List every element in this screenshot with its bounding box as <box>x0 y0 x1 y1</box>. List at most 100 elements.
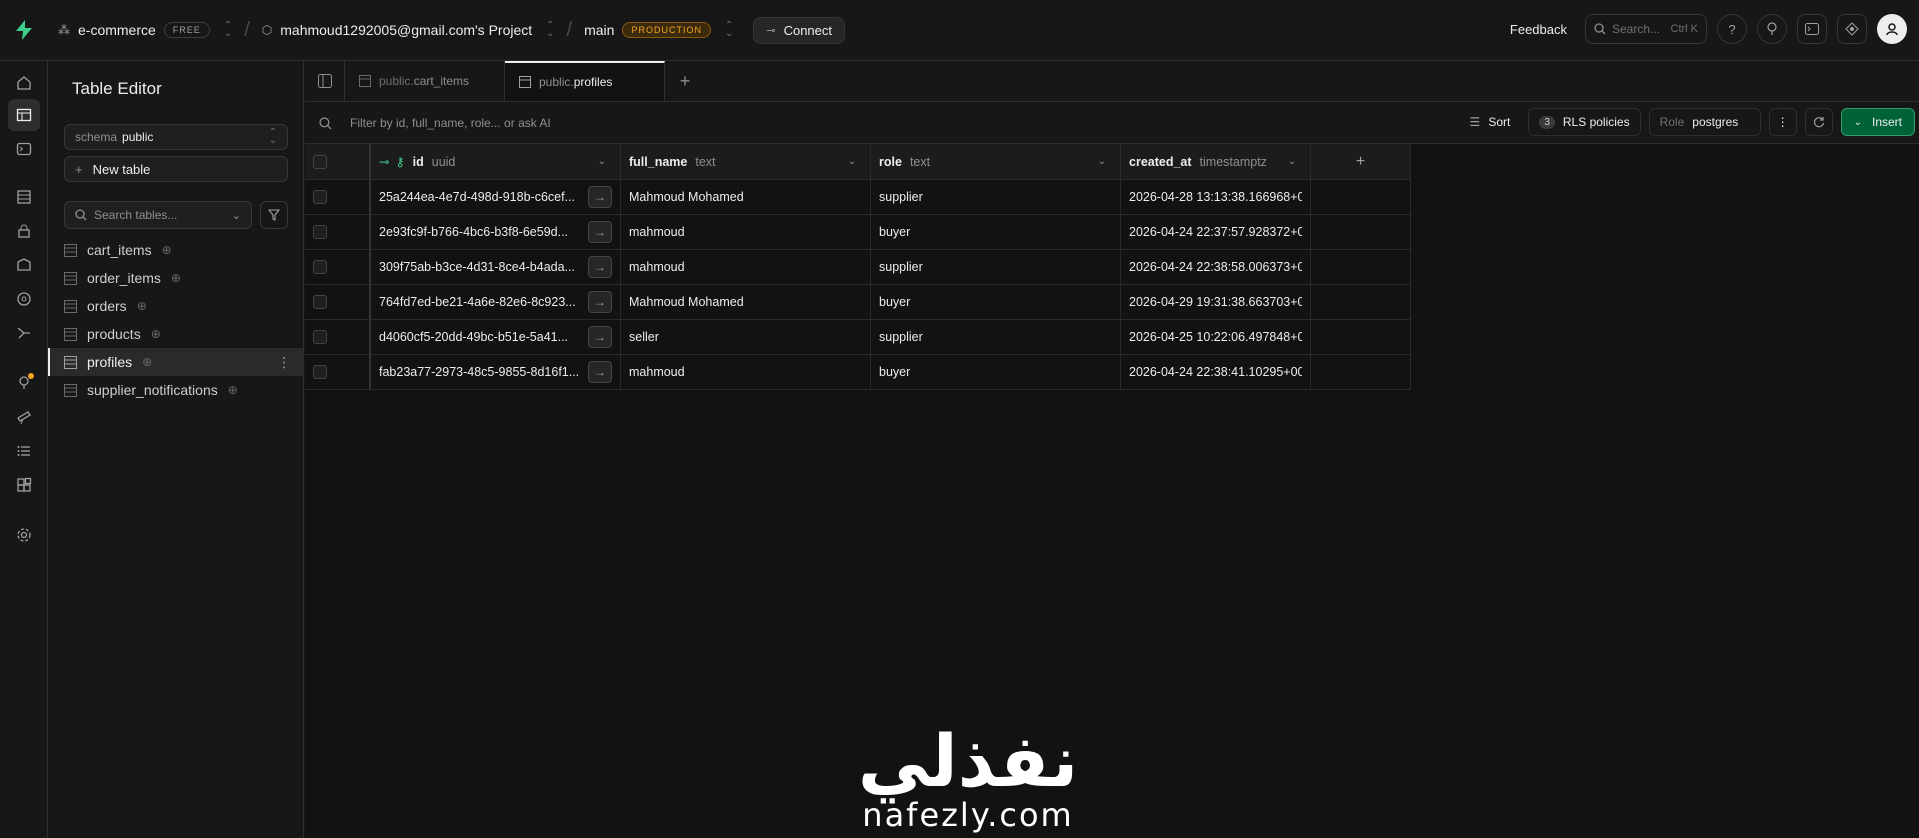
sort-button[interactable]: ☰ Sort <box>1459 108 1521 136</box>
cell-created-at[interactable]: 2026-04-24 22:38:41.10295+00 <box>1121 355 1311 389</box>
schema-selector[interactable]: schema public ⌃ ⌄ <box>64 124 288 150</box>
arrow-right-icon[interactable]: → <box>588 221 612 243</box>
cell-created-at[interactable]: 2026-04-24 22:37:57.928372+0 <box>1121 215 1311 249</box>
cell-role[interactable]: buyer <box>871 215 1121 249</box>
cell-id[interactable]: fab23a77-2973-48c5-9855-8d16f1... → <box>371 355 621 389</box>
row-checkbox[interactable] <box>305 320 371 354</box>
cell-id[interactable]: 764fd7ed-be21-4a6e-82e6-8c923... → <box>371 285 621 319</box>
table-row[interactable]: 2e93fc9f-b766-4bc6-b3f8-6e59d... → mahmou… <box>305 215 1411 250</box>
search-tables-input[interactable]: Search tables... ⌄ <box>64 201 252 229</box>
table-editor-icon[interactable] <box>8 99 40 131</box>
sidebar-toggle-icon[interactable] <box>305 61 345 101</box>
cell-created-at[interactable]: 2026-04-25 10:22:06.497848+0 <box>1121 320 1311 354</box>
cell-role[interactable]: supplier <box>871 180 1121 214</box>
project-selector[interactable]: ⬡ mahmoud1292005@gmail.com's Project ⌃ ⌄ <box>262 21 555 39</box>
advisors-lightbulb-icon[interactable] <box>8 367 40 399</box>
realtime-icon[interactable] <box>8 317 40 349</box>
cell-full-name[interactable]: mahmoud <box>621 355 871 389</box>
row-checkbox[interactable] <box>305 250 371 284</box>
row-checkbox[interactable] <box>305 355 371 389</box>
tab-cart-items[interactable]: public.cart_items <box>345 61 505 101</box>
table-row[interactable]: 25a244ea-4e7d-498d-918b-c6cef... → Mahmou… <box>305 180 1411 215</box>
table-item-orders[interactable]: orders ⊕ <box>48 292 303 320</box>
user-avatar[interactable] <box>1877 14 1907 44</box>
add-column-icon[interactable]: + <box>1311 144 1411 179</box>
row-checkbox[interactable] <box>305 180 371 214</box>
more-vertical-icon[interactable]: ⋮ <box>1768 108 1797 136</box>
new-table-button[interactable]: + New table <box>64 156 288 182</box>
cell-created-at[interactable]: 2026-04-29 19:31:38.663703+0 <box>1121 285 1311 319</box>
cell-id[interactable]: 309f75ab-b3ce-4d31-8ce4-b4ada... → <box>371 250 621 284</box>
role-selector[interactable]: Role postgres <box>1648 108 1761 136</box>
filter-icon[interactable] <box>260 201 288 229</box>
connect-button[interactable]: ⊸ Connect <box>753 16 845 44</box>
home-icon[interactable] <box>8 67 40 99</box>
add-tab-icon[interactable]: + <box>665 61 705 101</box>
table-item-cart-items[interactable]: cart_items ⊕ <box>48 236 303 264</box>
refresh-icon[interactable] <box>1804 108 1833 136</box>
chevron-down-icon[interactable]: ⌄ <box>848 156 856 167</box>
cell-full-name[interactable]: mahmoud <box>621 215 871 249</box>
cell-role[interactable]: buyer <box>871 285 1121 319</box>
help-icon[interactable]: ? <box>1717 14 1747 44</box>
filter-input[interactable]: Filter by id, full_name, role... or ask … <box>350 116 551 130</box>
arrow-right-icon[interactable]: → <box>588 326 612 348</box>
edge-functions-icon[interactable] <box>8 283 40 315</box>
database-icon[interactable] <box>8 181 40 213</box>
chevron-down-icon[interactable]: ⌄ <box>598 156 606 167</box>
branch-selector[interactable]: main PRODUCTION ⌃ ⌄ <box>584 21 733 39</box>
table-row[interactable]: fab23a77-2973-48c5-9855-8d16f1... → mahmo… <box>305 355 1411 390</box>
auth-lock-icon[interactable] <box>8 215 40 247</box>
cell-full-name[interactable]: seller <box>621 320 871 354</box>
column-header-role[interactable]: role text ⌄ <box>871 144 1121 179</box>
arrow-right-icon[interactable]: → <box>588 256 612 278</box>
logs-list-icon[interactable] <box>8 435 40 467</box>
column-header-full-name[interactable]: full_name text ⌄ <box>621 144 871 179</box>
row-checkbox[interactable] <box>305 215 371 249</box>
cell-role[interactable]: supplier <box>871 250 1121 284</box>
rls-policies-button[interactable]: 3 RLS policies <box>1528 108 1641 136</box>
row-checkbox[interactable] <box>305 285 371 319</box>
chevron-down-icon[interactable]: ⌄ <box>1098 156 1106 167</box>
observability-telescope-icon[interactable] <box>8 401 40 433</box>
cell-full-name[interactable]: mahmoud <box>621 250 871 284</box>
table-item-order-items[interactable]: order_items ⊕ <box>48 264 303 292</box>
table-row[interactable]: 309f75ab-b3ce-4d31-8ce4-b4ada... → mahmou… <box>305 250 1411 285</box>
cell-role[interactable]: supplier <box>871 320 1121 354</box>
table-row[interactable]: d4060cf5-20dd-49bc-b51e-5a41... → seller … <box>305 320 1411 355</box>
integrations-icon[interactable] <box>8 469 40 501</box>
org-selector[interactable]: ⁂ e-commerce FREE ⌃ ⌄ <box>58 21 232 39</box>
table-item-products[interactable]: products ⊕ <box>48 320 303 348</box>
collapse-chevrons-icon[interactable]: ⌄ <box>232 209 241 222</box>
column-header-created-at[interactable]: created_at timestamptz ⌄ <box>1121 144 1311 179</box>
arrow-right-icon[interactable]: → <box>588 361 612 383</box>
arrow-right-icon[interactable]: → <box>588 186 612 208</box>
column-header-id[interactable]: ⊸ ⚷ id uuid ⌄ <box>371 144 621 179</box>
table-row[interactable]: 764fd7ed-be21-4a6e-82e6-8c923... → Mahmou… <box>305 285 1411 320</box>
arrow-right-icon[interactable]: → <box>588 291 612 313</box>
global-search-input[interactable]: Search... Ctrl K <box>1585 14 1707 44</box>
insert-button[interactable]: ⌄ Insert <box>1840 108 1915 136</box>
supabase-logo-icon[interactable] <box>0 20 48 40</box>
table-item-supplier-notifications[interactable]: supplier_notifications ⊕ <box>48 376 303 404</box>
cell-full-name[interactable]: Mahmoud Mohamed <box>621 285 871 319</box>
cell-created-at[interactable]: 2026-04-24 22:38:58.006373+0 <box>1121 250 1311 284</box>
lightbulb-icon[interactable] <box>1757 14 1787 44</box>
assistant-icon[interactable] <box>1837 14 1867 44</box>
table-item-profiles[interactable]: profiles ⊕ ⋮ <box>48 348 303 376</box>
sql-editor-icon[interactable] <box>8 133 40 165</box>
terminal-icon[interactable] <box>1797 14 1827 44</box>
cell-created-at[interactable]: 2026-04-28 13:13:38.166968+0 <box>1121 180 1311 214</box>
storage-icon[interactable] <box>8 249 40 281</box>
select-all-checkbox[interactable] <box>305 144 371 179</box>
chevron-down-icon[interactable]: ⌄ <box>1288 156 1296 167</box>
feedback-button[interactable]: Feedback <box>1510 22 1567 37</box>
tab-profiles[interactable]: public.profiles <box>505 61 665 101</box>
more-vertical-icon[interactable]: ⋮ <box>277 354 291 371</box>
cell-id[interactable]: d4060cf5-20dd-49bc-b51e-5a41... → <box>371 320 621 354</box>
settings-gear-icon[interactable] <box>8 519 40 551</box>
cell-id[interactable]: 25a244ea-4e7d-498d-918b-c6cef... → <box>371 180 621 214</box>
cell-full-name[interactable]: Mahmoud Mohamed <box>621 180 871 214</box>
cell-id[interactable]: 2e93fc9f-b766-4bc6-b3f8-6e59d... → <box>371 215 621 249</box>
cell-role[interactable]: buyer <box>871 355 1121 389</box>
